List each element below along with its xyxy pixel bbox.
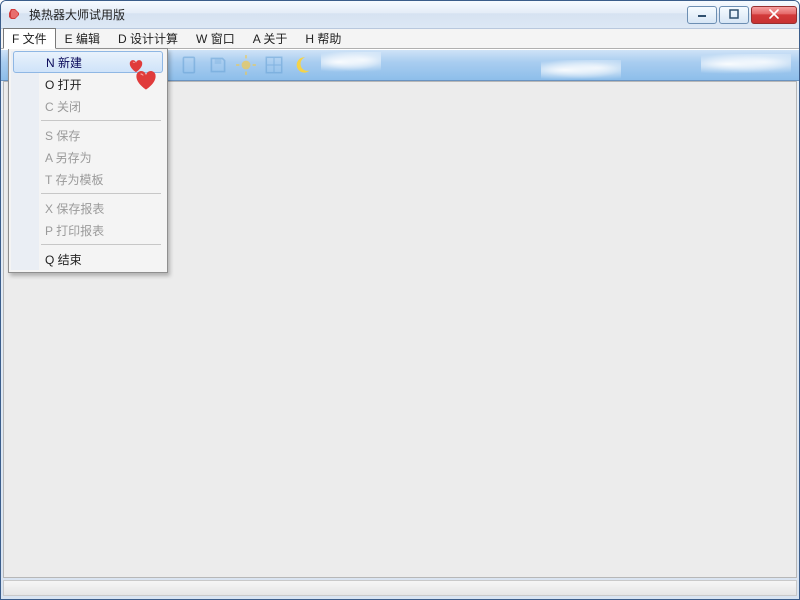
toolbar-sun-icon[interactable] [235,54,257,76]
menu-help[interactable]: H 帮助 [296,28,350,49]
menu-item-save-report[interactable]: X 保存报表 [11,197,165,219]
menu-separator [41,120,161,121]
toolbar-save-icon[interactable] [207,54,229,76]
menu-window[interactable]: W 窗口 [187,28,244,49]
heart-icon [134,69,158,91]
maximize-icon [729,8,739,22]
close-button[interactable] [751,6,797,24]
menu-item-print-report[interactable]: P 打印报表 [11,219,165,241]
maximize-button[interactable] [719,6,749,24]
toolbar-grid-icon[interactable] [263,54,285,76]
menu-item-save-as[interactable]: A 另存为 [11,146,165,168]
minimize-icon [697,8,707,22]
menu-separator [41,193,161,194]
menu-bar: F 文件 E 编辑 D 设计计算 W 窗口 A 关于 H 帮助 [1,29,799,49]
menu-about[interactable]: A 关于 [244,28,297,49]
menu-edit[interactable]: E 编辑 [56,28,109,49]
toolbar-moon-icon[interactable] [291,54,313,76]
menu-item-exit[interactable]: Q 结束 [11,248,165,270]
title-bar: 换热器大师试用版 [1,1,799,29]
menu-separator [41,244,161,245]
menu-item-save-template[interactable]: T 存为模板 [11,168,165,190]
minimize-button[interactable] [687,6,717,24]
app-icon [7,7,23,23]
status-bar [3,580,797,596]
app-window: 换热器大师试用版 F 文件 E 编辑 D 设计计算 W 窗口 A 关于 H 帮助 [0,0,800,600]
menu-design[interactable]: D 设计计算 [109,28,187,49]
toolbar-file-icon[interactable] [179,54,201,76]
menu-item-save[interactable]: S 保存 [11,124,165,146]
menu-item-close[interactable]: C 关闭 [11,95,165,117]
window-controls [687,6,797,24]
menu-file[interactable]: F 文件 [3,28,56,49]
close-icon [768,8,780,22]
window-title: 换热器大师试用版 [29,6,687,23]
